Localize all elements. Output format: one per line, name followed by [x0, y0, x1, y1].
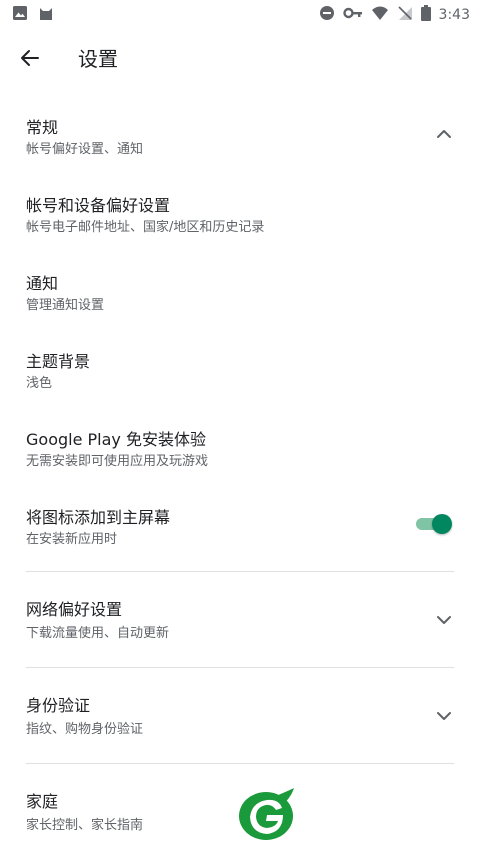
- setting-instant-apps[interactable]: Google Play 免安装体验 无需安装即可使用应用及玩游戏: [0, 416, 480, 480]
- setting-title: 将图标添加到主屏幕: [26, 508, 171, 527]
- setting-network[interactable]: 网络偏好设置 下载流量使用、自动更新: [0, 590, 480, 654]
- setting-authentication[interactable]: 身份验证 指纹、购物身份验证: [0, 686, 480, 750]
- page-title: 设置: [78, 47, 118, 71]
- toggle-thumb: [432, 514, 452, 534]
- setting-title: 网络偏好设置: [26, 600, 123, 619]
- setting-subtitle: 帐号电子邮件地址、国家/地区和历史记录: [26, 220, 265, 235]
- divider: [26, 763, 454, 764]
- chevron-up-icon[interactable]: [434, 124, 454, 144]
- add-icon-toggle[interactable]: [414, 512, 452, 536]
- status-bar-right: 3:43: [319, 5, 470, 25]
- app-bar: 设置: [0, 28, 480, 84]
- setting-notifications[interactable]: 通知 管理通知设置: [0, 260, 480, 324]
- setting-title: 帐号和设备偏好设置: [26, 196, 171, 215]
- dnd-icon: [319, 5, 335, 25]
- chevron-down-icon[interactable]: [434, 706, 454, 726]
- arrow-back-icon: [21, 50, 39, 66]
- setting-subtitle: 无需安装即可使用应用及玩游戏: [26, 454, 209, 469]
- status-time: 3:43: [438, 7, 470, 23]
- setting-subtitle: 帐号偏好设置、通知: [26, 142, 144, 157]
- setting-general[interactable]: 常规 帐号偏好设置、通知: [0, 104, 480, 168]
- no-signal-icon: [397, 5, 413, 25]
- setting-subtitle: 下载流量使用、自动更新: [26, 626, 170, 641]
- setting-title: 通知: [26, 274, 59, 293]
- key-icon: [342, 5, 363, 25]
- setting-subtitle: 浅色: [26, 376, 53, 391]
- status-bar-left: [12, 5, 54, 25]
- image-notification-icon: [12, 5, 28, 25]
- setting-title: 常规: [26, 118, 59, 137]
- divider: [26, 571, 454, 572]
- setting-subtitle: 指纹、购物身份验证: [26, 722, 144, 737]
- setting-add-icon-home[interactable]: 将图标添加到主屏幕 在安装新应用时: [0, 494, 480, 558]
- setting-title: 主题背景: [26, 352, 91, 371]
- divider: [26, 667, 454, 668]
- back-button[interactable]: [14, 42, 46, 74]
- setting-title: Google Play 免安装体验: [26, 430, 206, 449]
- chevron-down-icon[interactable]: [434, 610, 454, 630]
- cat-app-icon: [38, 5, 54, 25]
- setting-theme[interactable]: 主题背景 浅色: [0, 338, 480, 402]
- setting-account-device[interactable]: 帐号和设备偏好设置 帐号电子邮件地址、国家/地区和历史记录: [0, 182, 480, 246]
- setting-subtitle: 管理通知设置: [26, 298, 105, 313]
- status-bar: 3:43: [0, 0, 480, 28]
- leaf-logo-icon: [239, 788, 294, 840]
- setting-title: 身份验证: [26, 696, 91, 715]
- wifi-icon: [371, 5, 389, 25]
- setting-title: 家庭: [26, 792, 59, 811]
- battery-icon: [420, 5, 431, 25]
- setting-subtitle: 家长控制、家长指南: [26, 818, 144, 833]
- setting-subtitle: 在安装新应用时: [26, 532, 118, 547]
